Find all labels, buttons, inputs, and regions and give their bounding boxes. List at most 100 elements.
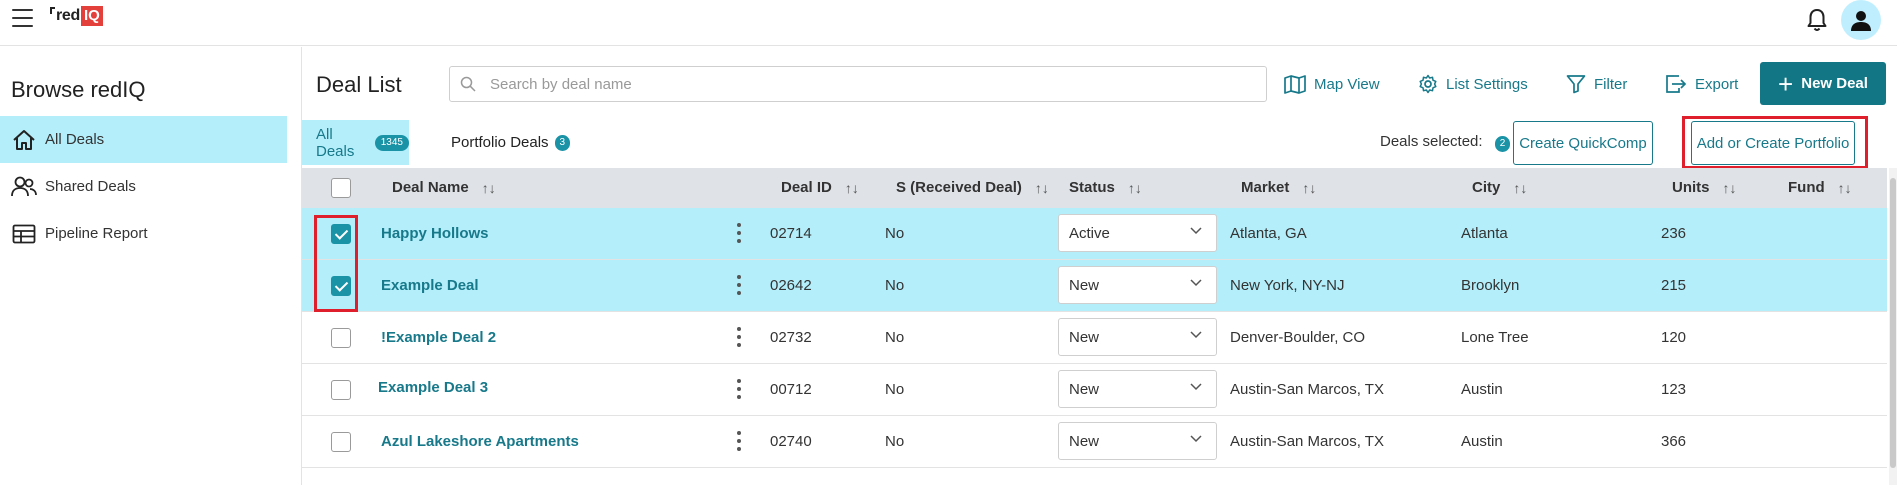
city-value: Brooklyn: [1461, 277, 1520, 294]
city-value: Austin: [1461, 381, 1503, 398]
units-value: 215: [1661, 277, 1687, 294]
create-quickcomp-button[interactable]: Create QuickComp: [1513, 121, 1653, 165]
received-value: No: [885, 277, 905, 294]
sort-icon[interactable]: ↑↓: [1723, 180, 1737, 196]
units-value: 366: [1661, 433, 1687, 450]
table-row[interactable]: Example Deal 02642 No New New York, NY-N…: [302, 260, 1887, 312]
sort-icon[interactable]: ↑↓: [1513, 180, 1527, 196]
column-label: Fund: [1788, 179, 1825, 196]
tab-label: Portfolio Deals: [451, 134, 549, 151]
column-header-deal-name[interactable]: Deal Name ↑↓: [392, 179, 496, 196]
status-dropdown[interactable]: New: [1058, 318, 1217, 356]
column-label: Deal Name: [392, 179, 469, 196]
export-button[interactable]: Export: [1665, 69, 1738, 99]
search-icon: [460, 76, 476, 92]
tab-label: All Deals: [316, 125, 355, 160]
search-input[interactable]: [490, 75, 1250, 93]
more-options-icon[interactable]: [736, 275, 742, 295]
table-scrollbar[interactable]: [1889, 168, 1897, 485]
row-checkbox[interactable]: [331, 380, 351, 400]
list-settings-button[interactable]: List Settings: [1418, 69, 1528, 99]
logo-badge: IQ: [81, 6, 103, 26]
column-header-city[interactable]: City ↑↓: [1472, 179, 1527, 196]
notification-bell-icon[interactable]: [1806, 8, 1828, 32]
sidebar-item-label: All Deals: [45, 131, 105, 148]
column-header-fund[interactable]: Fund ↑↓: [1788, 179, 1852, 196]
market-value: Austin-San Marcos, TX: [1230, 433, 1384, 450]
market-value: Austin-San Marcos, TX: [1230, 381, 1384, 398]
chevron-down-icon: [1190, 435, 1202, 443]
status-dropdown[interactable]: New: [1058, 370, 1217, 408]
market-value: New York, NY-NJ: [1230, 277, 1345, 294]
column-header-received[interactable]: S (Received Deal) ↑↓: [896, 179, 1049, 196]
gear-icon: [1419, 74, 1437, 94]
table-icon: [11, 221, 37, 247]
map-view-label: Map View: [1314, 75, 1380, 93]
highlight-box-checkboxes: [314, 215, 358, 312]
sort-icon[interactable]: ↑↓: [1302, 180, 1316, 196]
deal-name-link[interactable]: Azul Lakeshore Apartments: [381, 433, 579, 450]
sidebar-title: Browse redIQ: [11, 77, 146, 102]
sort-icon[interactable]: ↑↓: [1838, 180, 1852, 196]
row-checkbox[interactable]: [331, 328, 351, 348]
market-value: Atlanta, GA: [1230, 225, 1307, 242]
market-value: Denver-Boulder, CO: [1230, 329, 1366, 346]
deals-selected-count: 2: [1494, 136, 1511, 152]
deal-id: 02714: [770, 225, 812, 242]
sidebar-item-shared-deals[interactable]: Shared Deals: [0, 163, 287, 210]
sort-icon[interactable]: ↑↓: [482, 180, 496, 196]
filter-button[interactable]: Filter: [1566, 69, 1627, 99]
more-options-icon[interactable]: [736, 379, 742, 399]
sort-icon[interactable]: ↑↓: [1035, 180, 1049, 196]
deal-name-link[interactable]: Happy Hollows: [381, 225, 489, 242]
deal-id: 02732: [770, 329, 812, 346]
table-row[interactable]: !Example Deal 2 02732 No New Denver-Boul…: [302, 312, 1887, 364]
status-dropdown[interactable]: Active: [1058, 214, 1217, 252]
table-row[interactable]: Happy Hollows 02714 No Active Atlanta, G…: [302, 208, 1887, 260]
chevron-down-icon: [1190, 383, 1202, 391]
city-value: Austin: [1461, 433, 1503, 450]
chevron-down-icon: [1190, 227, 1202, 235]
table-row[interactable]: Azul Lakeshore Apartments 02740 No New A…: [302, 416, 1887, 468]
export-label: Export: [1695, 75, 1739, 93]
users-icon: [11, 174, 37, 200]
deal-name-link[interactable]: Example Deal: [381, 277, 479, 294]
table-row[interactable]: Example Deal 3 00712 No New Austin-San M…: [302, 364, 1887, 416]
deal-name-link[interactable]: !Example Deal 2: [381, 329, 496, 346]
sort-icon[interactable]: ↑↓: [845, 180, 859, 196]
deal-name-link[interactable]: Example Deal 3: [378, 379, 488, 396]
status-value: New: [1069, 380, 1100, 398]
received-value: No: [885, 225, 905, 242]
deals-selected-indicator: Deals selected: 2: [1380, 133, 1511, 152]
sidebar-item-label: Shared Deals: [45, 178, 136, 195]
status-dropdown[interactable]: New: [1058, 422, 1217, 460]
more-options-icon[interactable]: [736, 431, 742, 451]
sort-icon[interactable]: ↑↓: [1128, 180, 1142, 196]
column-label: Deal ID: [781, 179, 832, 196]
more-options-icon[interactable]: [736, 327, 742, 347]
top-bar: red IQ: [0, 0, 1897, 46]
row-checkbox[interactable]: [331, 432, 351, 452]
column-header-status[interactable]: Status ↑↓: [1069, 179, 1142, 196]
more-options-icon[interactable]: [736, 223, 742, 243]
status-value: New: [1069, 432, 1100, 450]
new-deal-button[interactable]: + New Deal: [1760, 62, 1886, 105]
tab-portfolio-deals[interactable]: Portfolio Deals 3: [451, 120, 571, 165]
column-header-market[interactable]: Market ↑↓: [1241, 179, 1316, 196]
status-dropdown[interactable]: New: [1058, 266, 1217, 304]
main-content: Deal List Map View List Settings Filter …: [302, 47, 1897, 485]
column-header-deal-id[interactable]: Deal ID ↑↓: [781, 179, 859, 196]
sidebar-item-pipeline-report[interactable]: Pipeline Report: [0, 210, 287, 257]
status-value: New: [1069, 276, 1100, 294]
column-header-units[interactable]: Units ↑↓: [1672, 179, 1737, 196]
user-avatar-icon[interactable]: [1841, 0, 1881, 40]
received-value: No: [885, 381, 905, 398]
scrollbar-thumb[interactable]: [1890, 178, 1896, 468]
redIQ-logo[interactable]: red IQ: [50, 5, 103, 27]
sidebar-item-all-deals[interactable]: All Deals: [0, 116, 287, 163]
select-all-checkbox[interactable]: [331, 178, 351, 198]
hamburger-menu-icon[interactable]: [12, 9, 33, 27]
search-box[interactable]: [449, 66, 1267, 102]
tab-all-deals[interactable]: All Deals 1345: [302, 120, 409, 165]
map-view-button[interactable]: Map View: [1284, 69, 1380, 99]
